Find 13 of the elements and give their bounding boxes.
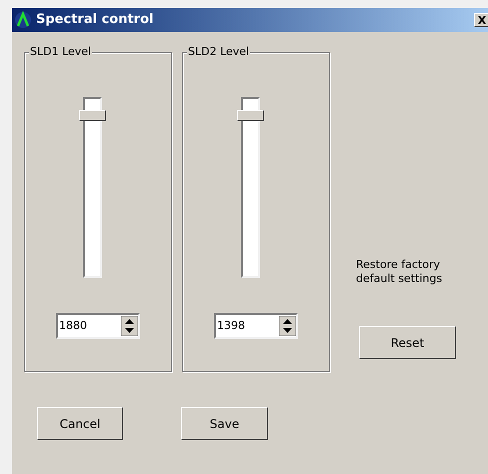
spin-arrows-icon[interactable] [121,316,138,336]
slider-thumb[interactable] [78,110,106,122]
close-button[interactable]: X [474,13,488,27]
app-logo-icon [14,11,32,29]
cancel-button[interactable]: Cancel [37,407,123,440]
slider-thumb[interactable] [236,110,264,122]
restore-note: Restore factory default settings [356,258,444,286]
window-title: Spectral control [36,11,154,30]
spin-arrows-icon[interactable] [279,316,296,336]
spin-box[interactable]: 1398 [214,313,298,339]
spin-box[interactable]: 1880 [56,313,140,339]
reset-button[interactable]: Reset [359,326,456,359]
save-button[interactable]: Save [181,407,268,440]
